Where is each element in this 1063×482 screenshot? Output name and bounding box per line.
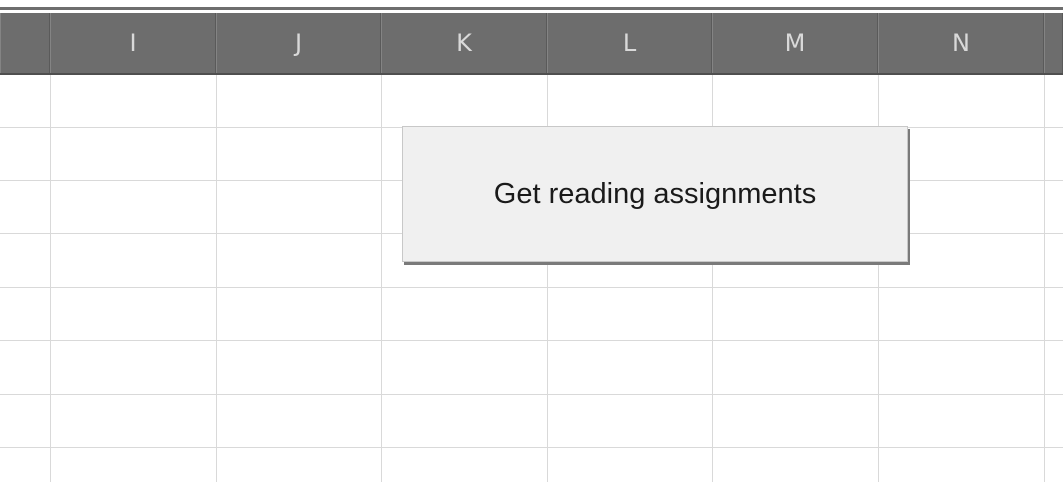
spreadsheet-view: I J K L M N Get reading assignments [0,0,1063,482]
gridline-vertical [50,75,51,482]
gridline-vertical [216,75,217,482]
column-header-o-partial[interactable] [1044,13,1063,73]
column-header-i[interactable]: I [50,13,216,73]
gridline-horizontal [0,447,1063,448]
gridline-horizontal [0,287,1063,288]
gridline-horizontal [0,340,1063,341]
toolbar-edge [0,0,1063,10]
column-header-n[interactable]: N [878,13,1044,73]
column-header-k[interactable]: K [381,13,547,73]
column-header-l[interactable]: L [547,13,712,73]
column-header-row: I J K L M N [0,13,1063,75]
column-header-m[interactable]: M [712,13,878,73]
gridline-vertical [1044,75,1045,482]
button-label: Get reading assignments [493,177,817,210]
gridline-horizontal [0,394,1063,395]
get-reading-assignments-button[interactable]: Get reading assignments [402,126,908,262]
gridline-vertical [381,75,382,482]
column-header-j[interactable]: J [216,13,381,73]
column-header-h-partial[interactable] [0,13,50,73]
